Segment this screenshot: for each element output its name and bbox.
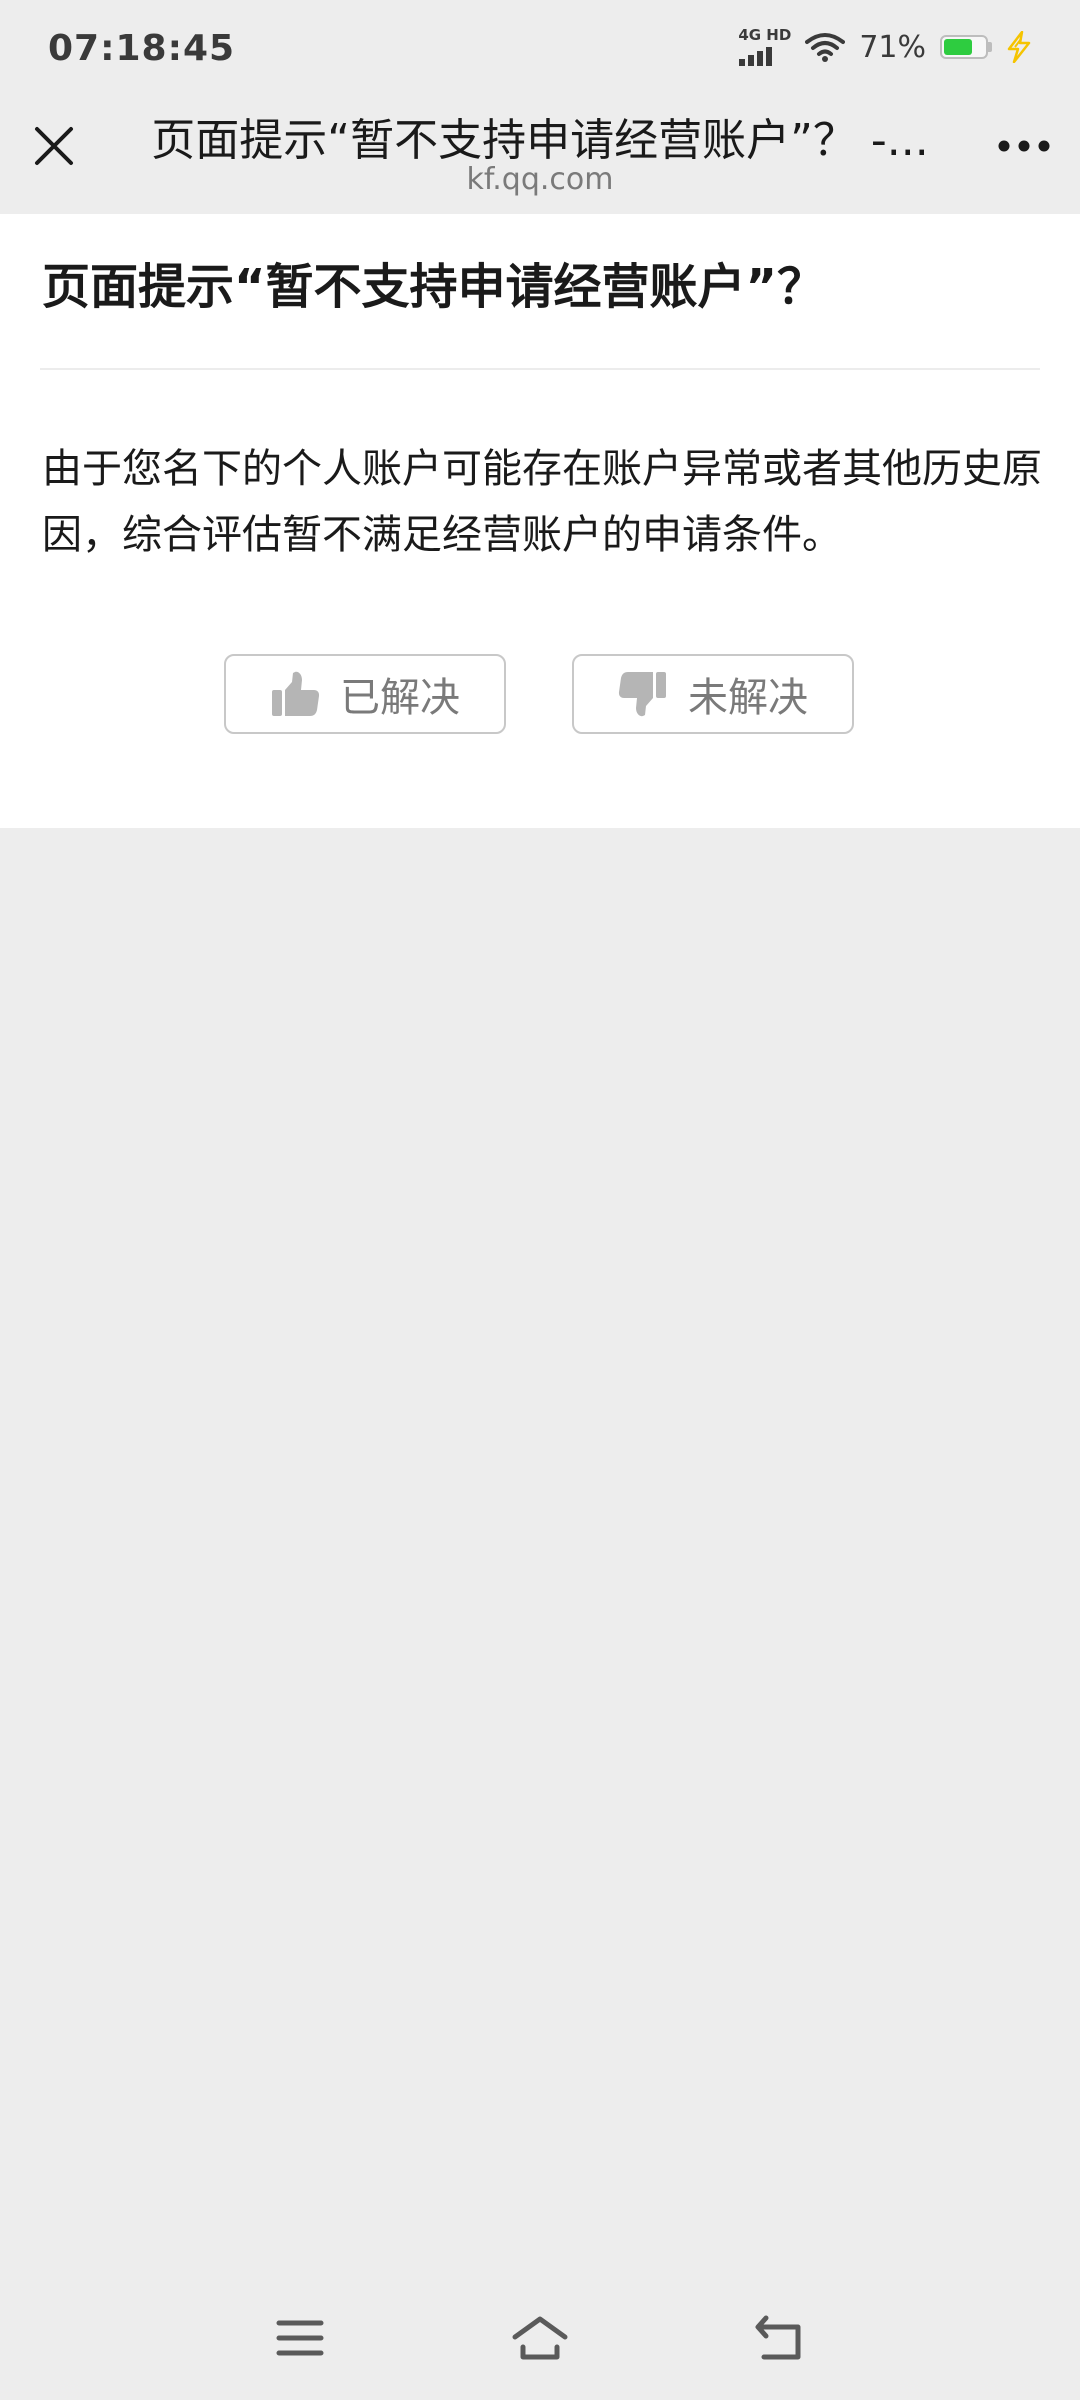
more-icon <box>998 140 1050 152</box>
wifi-icon <box>805 33 846 62</box>
charging-icon <box>1007 31 1031 63</box>
unsolved-label: 未解决 <box>688 675 808 721</box>
network-label: 4G HD <box>738 26 792 44</box>
battery-percent: 71% <box>859 29 926 65</box>
question-title: 页面提示“暂不支持申请经营账户”？ <box>42 259 826 315</box>
network-indicator: 4G HD <box>738 28 791 66</box>
back-button[interactable] <box>740 2306 820 2370</box>
close-button[interactable] <box>22 114 86 178</box>
thumbs-up-icon <box>272 671 320 716</box>
thumbs-down-icon <box>618 672 666 717</box>
solved-label: 已解决 <box>340 675 460 721</box>
solved-button[interactable]: 已解决 <box>224 654 506 734</box>
home-button[interactable] <box>500 2306 580 2370</box>
more-button[interactable] <box>990 114 1058 178</box>
close-icon <box>35 127 73 165</box>
top-nav-bar: 页面提示“暂不支持申请经营账户”？ -... kf.qq.com <box>0 96 1080 214</box>
home-icon <box>512 2316 568 2360</box>
answer-text: 由于您名下的个人账户可能存在账户异常或者其他历史原因，综合评估暂不满足经营账户的… <box>42 446 1042 558</box>
divider <box>40 368 1040 370</box>
unsolved-button[interactable]: 未解决 <box>572 654 854 734</box>
status-bar: 07:18:45 4G HD 71% <box>0 0 1080 96</box>
battery-fill <box>944 39 973 55</box>
menu-icon <box>276 2320 324 2356</box>
back-icon <box>755 2315 801 2360</box>
page-title: 页面提示“暂不支持申请经营账户”？ -... <box>151 115 929 166</box>
system-nav-bar <box>0 2270 1080 2400</box>
status-time: 07:18:45 <box>48 28 236 69</box>
status-icons: 4G HD 71% <box>738 28 1032 66</box>
recent-apps-button[interactable] <box>260 2306 340 2370</box>
signal-icon <box>739 47 773 66</box>
battery-icon <box>940 35 992 59</box>
faq-card: 页面提示“暂不支持申请经营账户”？ 由于您名下的个人账户可能存在账户异常或者其他… <box>0 214 1080 828</box>
page-domain: kf.qq.com <box>466 162 614 197</box>
